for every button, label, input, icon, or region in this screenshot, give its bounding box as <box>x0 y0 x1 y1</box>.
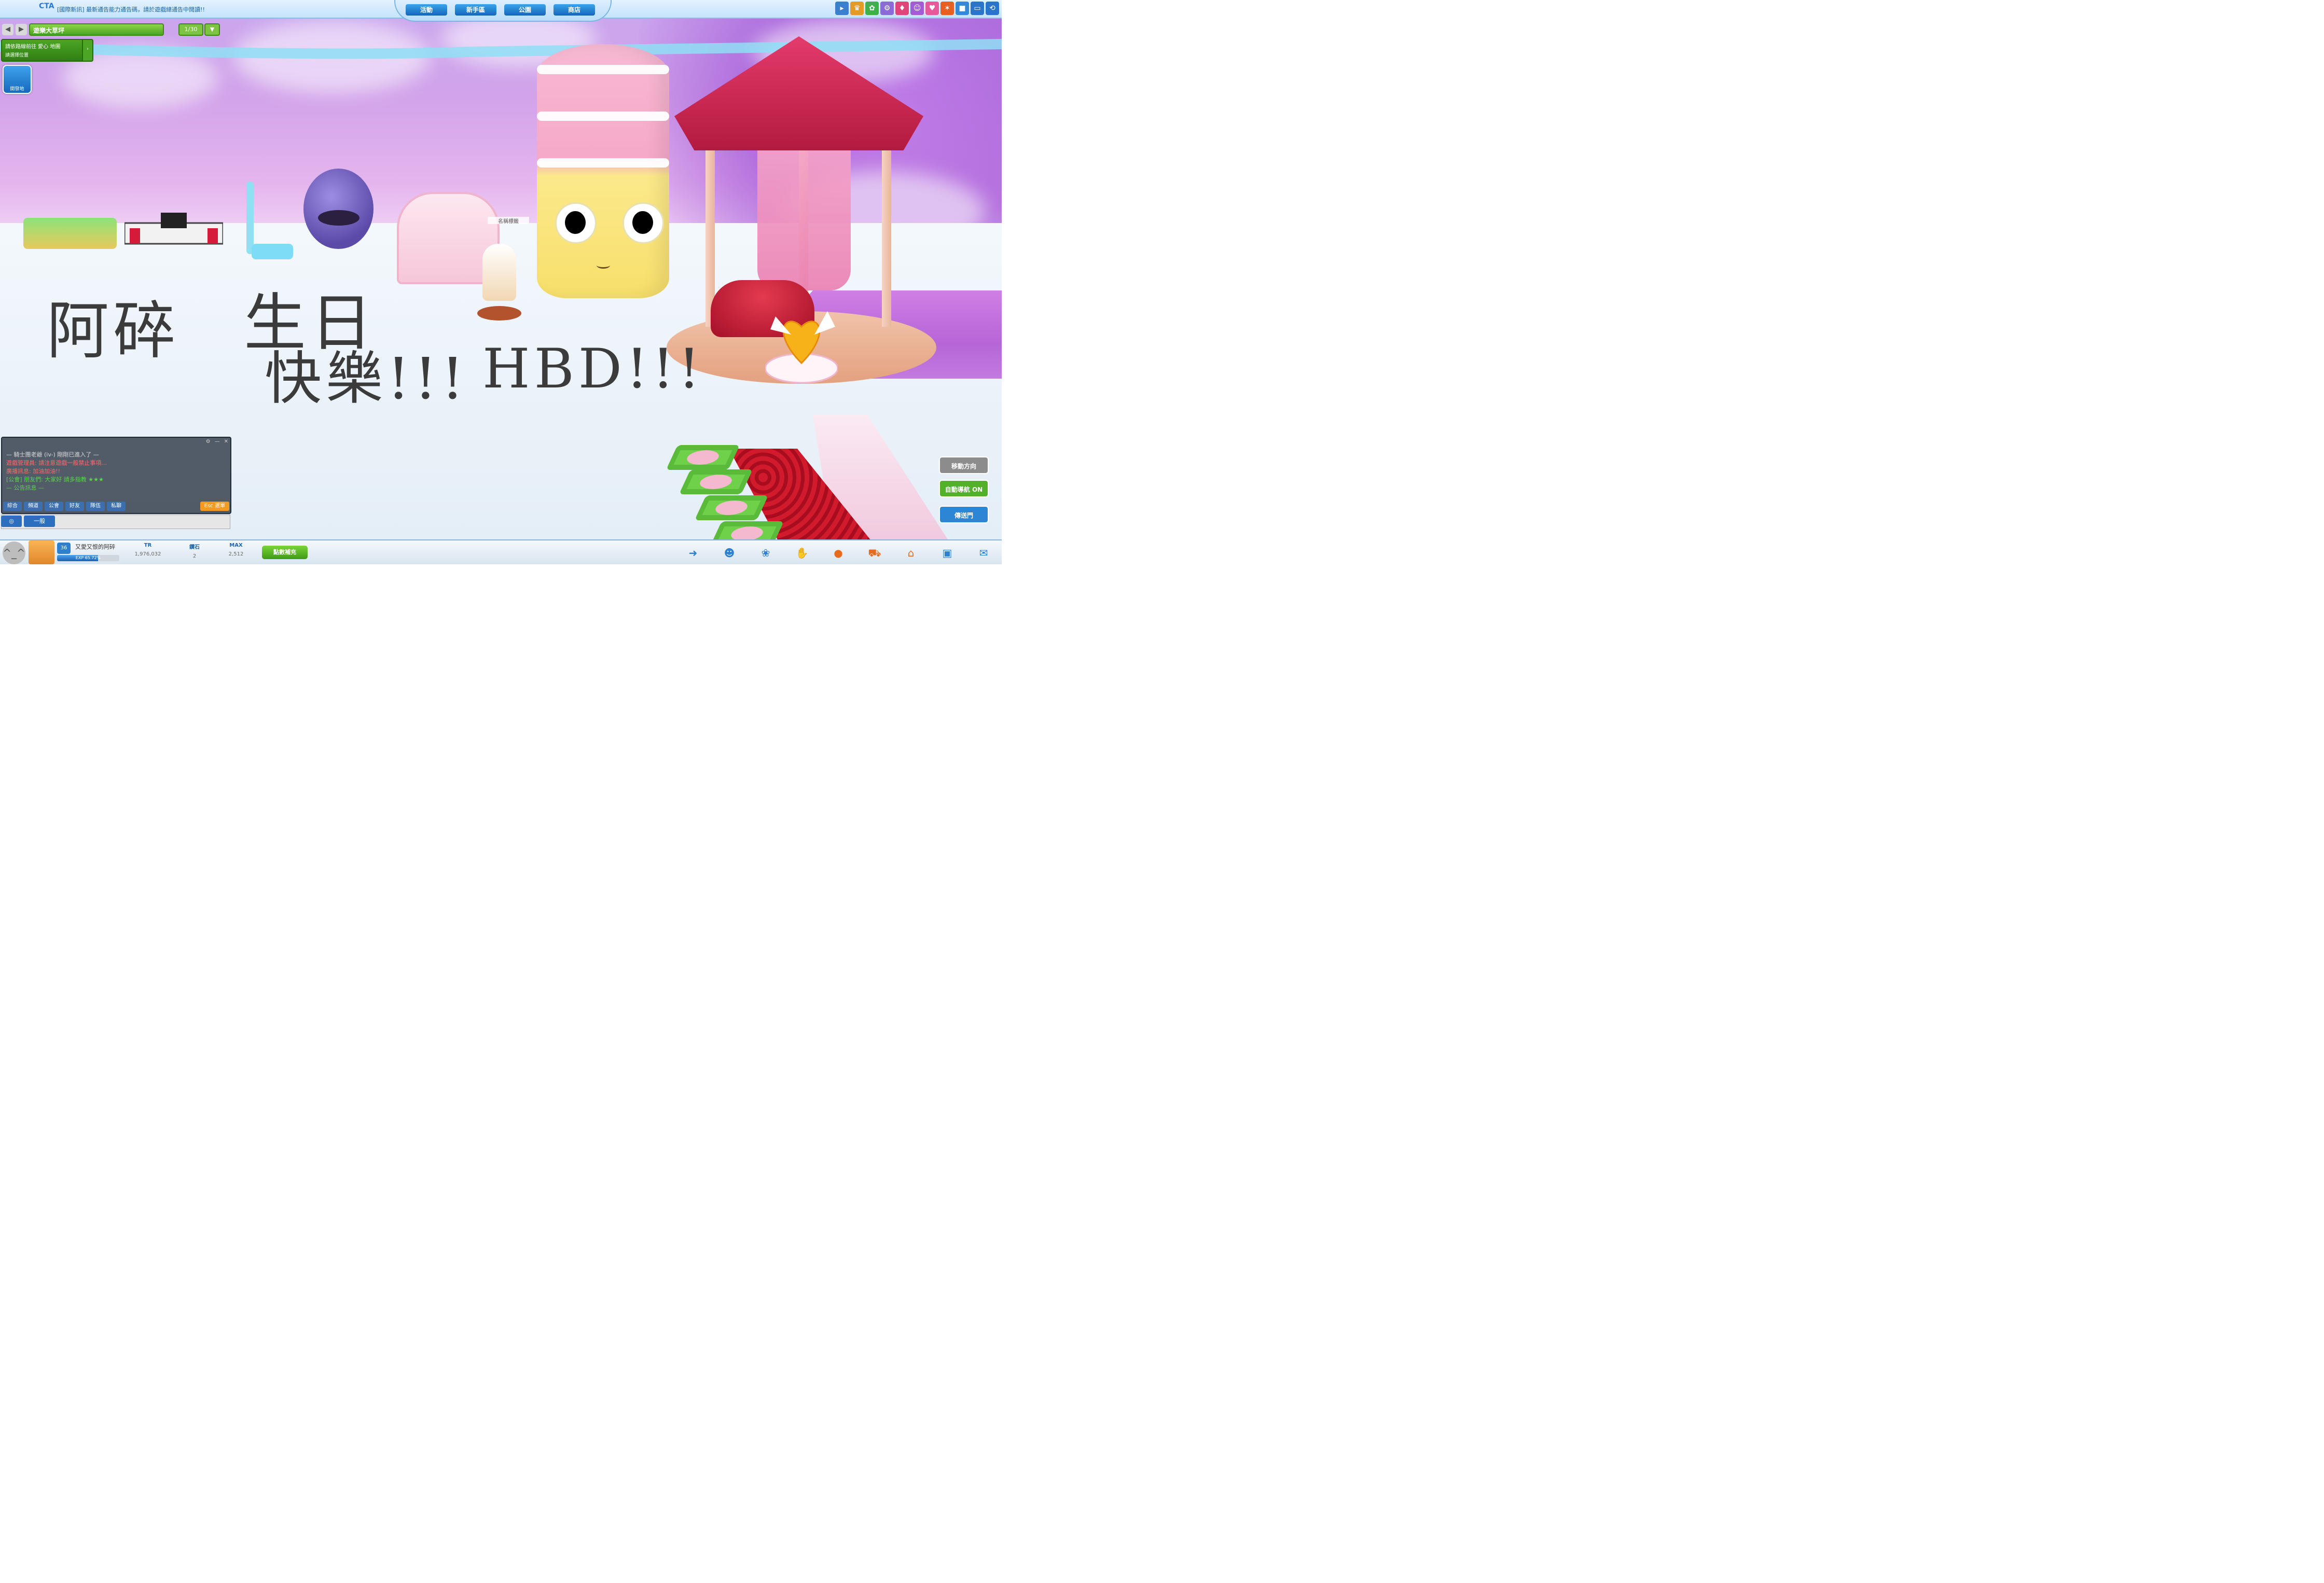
quest-line-2: 請選擇位置 <box>5 53 29 58</box>
shop-icon[interactable]: ♦ <box>895 2 909 15</box>
emote-face-button[interactable]: ^_^ <box>3 541 25 564</box>
arrow-icon[interactable]: ▸ <box>835 2 849 15</box>
chat-tab-guild[interactable]: 公會 <box>45 502 63 511</box>
map-label: 開發地 <box>10 87 24 92</box>
window-icon[interactable]: ▭ <box>971 2 984 15</box>
map-button[interactable]: 開發地 <box>3 65 32 94</box>
chat-tab-channel[interactable]: 頻道 <box>24 502 43 511</box>
blue-pool <box>252 244 293 259</box>
portal-button[interactable]: 傳送門 <box>939 506 989 523</box>
player-name: 又愛又恨的阿碎 <box>75 544 115 550</box>
computer-desk <box>125 213 223 245</box>
help-icon[interactable]: ➜ <box>685 545 701 561</box>
chat-bubble-icon[interactable]: ✉ <box>975 545 992 561</box>
stat-tr: TR 1,976,032 <box>130 543 166 557</box>
stat-max: MAX 2,512 <box>218 543 254 557</box>
chat-line: [公會] 朋友們: 大家好 請多指教 ★★★ <box>6 476 104 483</box>
gift-box-icon[interactable]: ■ <box>956 2 969 15</box>
lamp-post <box>246 182 254 254</box>
avatar-portrait[interactable] <box>29 540 54 564</box>
gear-icon[interactable]: ⚙ <box>880 2 894 15</box>
tab-events[interactable]: 活動 <box>406 4 447 16</box>
quest-toggle[interactable]: › <box>82 39 93 62</box>
pet-icon[interactable]: ☺ <box>910 2 924 15</box>
food-icon[interactable]: ● <box>830 545 847 561</box>
chat-tab-friend[interactable]: 好友 <box>65 502 84 511</box>
handwriting-line-4: HBD!!! <box>482 337 704 400</box>
move-direction-button[interactable]: 移動方向 <box>939 456 989 474</box>
chat-window[interactable]: ⚙ — ✕ — 騎士團老爺 (iv-) 剛剛已進入了 — 遊戲管理員: 請注意遊… <box>1 437 231 514</box>
tab-shop[interactable]: 商店 <box>554 4 595 16</box>
cake-creature <box>537 44 669 298</box>
bag-icon[interactable]: ▣ <box>939 545 956 561</box>
forward-button[interactable]: ▶ <box>16 24 27 35</box>
quest-panel[interactable]: 請依路線前往 愛心 地圖 請選擇位置 <box>1 39 86 62</box>
chat-mode-select[interactable]: 一般 <box>24 516 55 527</box>
stat-label: TR <box>144 543 152 548</box>
chat-emote-button[interactable]: ◎ <box>1 516 22 527</box>
pet-paw-icon[interactable]: ❀ <box>757 545 774 561</box>
handwriting-line-1: 阿碎 <box>47 295 179 367</box>
top-tabs: 活動 新手區 公園 商店 <box>394 0 612 22</box>
location-bar: ◀ ▶ 遊樂大草坪 1/30 ▼ <box>2 22 220 37</box>
chat-tab-whisper[interactable]: 私聊 <box>107 502 126 511</box>
handwriting-line-3: 快樂!!! <box>265 345 468 412</box>
auto-nav-button[interactable]: 自動導航 ON <box>939 480 989 497</box>
bottom-icon-bar: ➜ ☻ ❀ ✋ ● ⛟ ⌂ ▣ ✉ <box>685 545 992 561</box>
tab-park[interactable]: 公園 <box>504 4 546 16</box>
stat-diamond: 鑽石 2 <box>176 543 213 559</box>
friends-icon[interactable]: ☻ <box>721 545 738 561</box>
gift-icon[interactable]: ✿ <box>865 2 879 15</box>
notice-ticker[interactable]: [國際新訊] 最新通告能力通告碼，請於遊戲總通告中閱讀!! <box>57 5 205 13</box>
stat-value: 1,976,032 <box>134 551 161 557</box>
location-dropdown[interactable]: ▼ <box>204 23 220 36</box>
purple-tree-creature <box>303 169 374 249</box>
chat-line: — 公告訊息 — <box>6 484 44 491</box>
home-icon[interactable]: ⌂ <box>903 545 919 561</box>
minimize-icon[interactable]: — <box>215 439 220 445</box>
tab-newbie[interactable]: 新手區 <box>455 4 496 16</box>
handshake-icon[interactable]: ✋ <box>794 545 810 561</box>
chat-line: 遊戲管理員: 請注意遊戲一般禁止事項… <box>6 460 107 466</box>
avatar-name-tag: 名稱標籤 <box>488 217 529 225</box>
game-window: 名稱標籤 阿碎 生日 快樂!!! HBD!!! CTA [國際新訊] 最新通告能… <box>0 0 1002 564</box>
chat-menu-button[interactable]: Esc 選單 <box>200 502 229 511</box>
chat-tab-all[interactable]: 綜合 <box>3 502 22 511</box>
quest-line-1: 請依路線前往 愛心 地圖 <box>5 44 61 50</box>
trophy-icon[interactable]: ♛ <box>850 2 864 15</box>
exp-text: EXP 65.72% <box>75 556 101 560</box>
recharge-button[interactable]: 點數補充 <box>262 546 308 559</box>
chat-tabs: 綜合 頻道 公會 好友 隊伍 私聊 Esc 選單 <box>3 502 229 512</box>
heart-icon[interactable]: ♥ <box>925 2 939 15</box>
chat-header-controls: ⚙ — ✕ <box>206 439 228 445</box>
bottom-bar: ^_^ 36 又愛又恨的阿碎 EXP 65.72% TR 1,976,032 鑽… <box>0 539 1002 564</box>
close-icon[interactable]: ✕ <box>224 439 228 445</box>
settings-icon[interactable]: ⚙ <box>206 439 211 445</box>
location-name[interactable]: 遊樂大草坪 <box>29 23 164 36</box>
flame-icon[interactable]: ✶ <box>940 2 954 15</box>
chat-line: 廣播訊息: 加油加油!! <box>6 468 61 475</box>
back-button[interactable]: ◀ <box>2 24 13 35</box>
back-icon[interactable]: ⟲ <box>986 2 999 15</box>
golden-heart-bird <box>765 311 838 384</box>
chat-tab-party[interactable]: 隊伍 <box>86 502 105 511</box>
top-icon-toolbar: ▸ ♛ ✿ ⚙ ♦ ☺ ♥ ✶ ■ ▭ ⟲ <box>835 2 999 16</box>
exp-bar: EXP 65.72% <box>57 555 119 561</box>
stat-value: 2 <box>192 553 197 559</box>
game-logo[interactable]: CTA <box>39 2 54 16</box>
stat-label: 鑽石 <box>189 545 200 550</box>
chat-line: — 騎士團老爺 (iv-) 剛剛已進入了 — <box>6 451 99 458</box>
level-badge: 36 <box>57 543 71 554</box>
stat-value: 2,512 <box>228 551 244 557</box>
room-count: 1/30 <box>178 23 203 36</box>
stat-label: MAX <box>229 543 243 548</box>
cart-icon[interactable]: ⛟ <box>866 545 883 561</box>
plant-shelf <box>23 218 117 249</box>
player-avatar[interactable] <box>477 228 521 321</box>
